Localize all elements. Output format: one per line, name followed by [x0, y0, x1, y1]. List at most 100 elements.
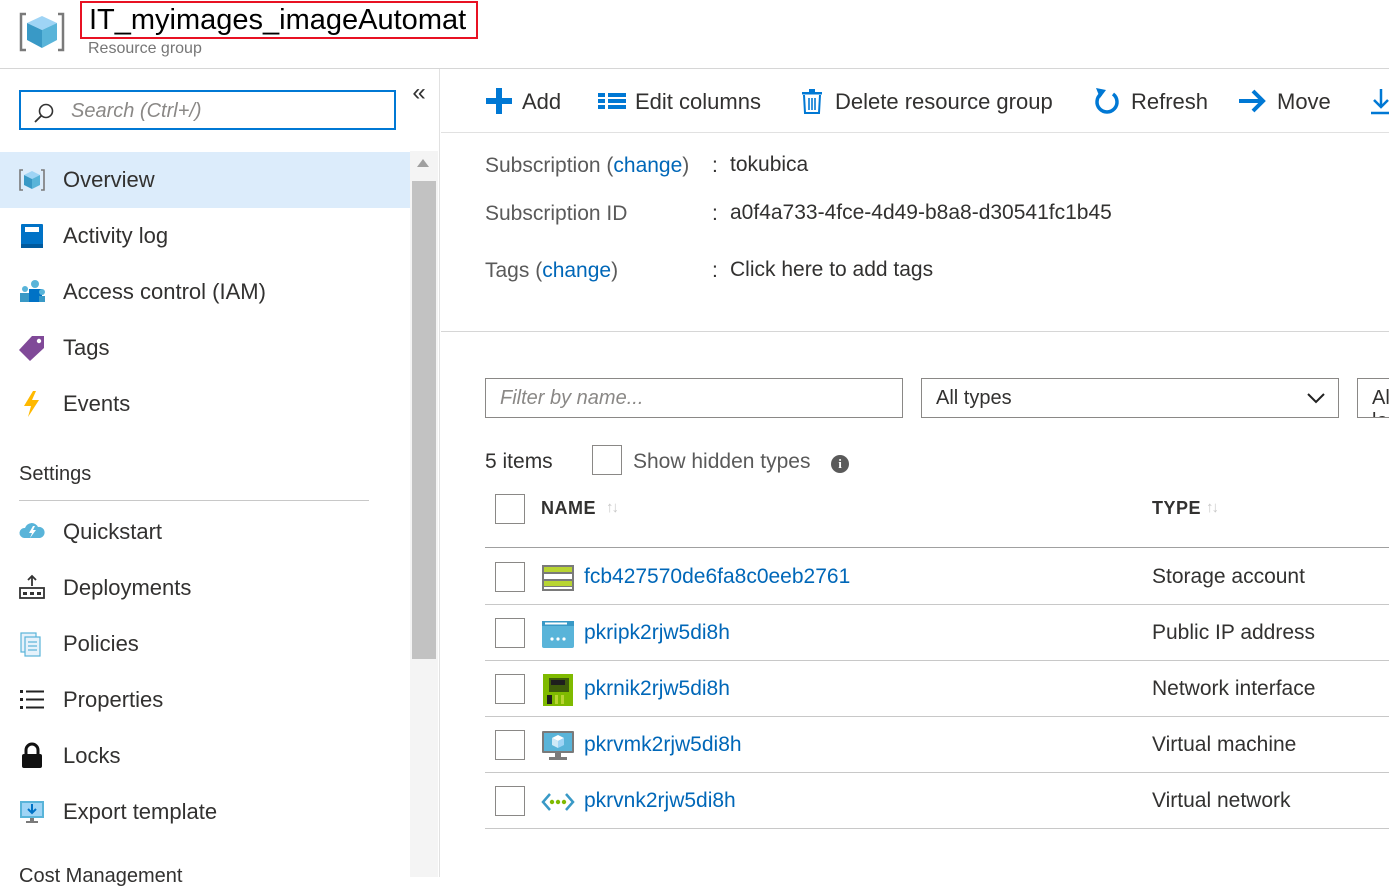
resource-group-icon — [18, 8, 66, 56]
sidebar-item-label: Quickstart — [63, 519, 163, 544]
sidebar-item-label: Activity log — [63, 223, 169, 248]
resource-name-link[interactable]: pkrvnk2rjw5di8h — [584, 789, 736, 813]
scroll-up-arrow-icon[interactable] — [417, 159, 429, 167]
plus-icon — [486, 88, 512, 114]
sidebar-item-locks[interactable]: Locks — [0, 728, 410, 784]
resource-type: Virtual machine — [1152, 733, 1297, 756]
row-checkbox[interactable] — [495, 786, 525, 816]
sidebar-item-label: Properties — [63, 687, 164, 712]
policies-icon — [18, 630, 46, 658]
sidebar-item-properties[interactable]: Properties — [0, 672, 410, 728]
type-filter-value: All types — [936, 387, 1012, 409]
resource-type: Public IP address — [1152, 621, 1316, 644]
resource-name-link[interactable]: pkripk2rjw5di8h — [584, 621, 730, 645]
show-hidden-types-label[interactable]: Show hidden types — [633, 450, 810, 474]
edit-columns-button[interactable]: Edit columns — [597, 83, 767, 119]
delete-resource-group-button[interactable]: Delete resource group — [799, 83, 1064, 119]
sidebar-item-label: Policies — [63, 631, 139, 656]
sidebar-item-label: Export template — [63, 799, 218, 824]
resource-name-link[interactable]: pkrnik2rjw5di8h — [584, 677, 730, 701]
row-checkbox[interactable] — [495, 674, 525, 704]
settings-heading: Settings — [19, 463, 92, 485]
sort-icon[interactable]: ↑↓ — [606, 499, 619, 516]
filter-by-name-input[interactable] — [485, 378, 903, 418]
table-row[interactable]: pkripk2rjw5di8h Public IP address — [485, 605, 1389, 661]
resource-name-link[interactable]: pkrvmk2rjw5di8h — [584, 733, 742, 757]
sidebar-item-label: Events — [63, 391, 131, 416]
show-hidden-types-checkbox[interactable] — [592, 445, 622, 475]
subscription-id-label: Subscription ID — [485, 202, 628, 225]
row-checkbox[interactable] — [495, 562, 525, 592]
tag-icon — [18, 334, 46, 362]
sidebar-item-access-control[interactable]: Access control (IAM) — [0, 264, 410, 320]
storage-account-icon — [541, 561, 575, 595]
sidebar-item-events[interactable]: Events — [0, 376, 410, 432]
collapse-sidebar-button[interactable]: « — [408, 79, 430, 107]
lock-icon — [18, 742, 46, 770]
resource-type: Network interface — [1152, 677, 1316, 700]
sort-icon[interactable]: ↑↓ — [1206, 499, 1219, 516]
sidebar-item-policies[interactable]: Policies — [0, 616, 410, 672]
scrollbar-thumb[interactable] — [412, 181, 436, 659]
sidebar-item-activity-log[interactable]: Activity log — [0, 208, 410, 264]
settings-divider — [19, 500, 369, 501]
change-subscription-link[interactable]: change — [613, 154, 682, 177]
sidebar-item-label: Access control (IAM) — [63, 279, 266, 304]
sidebar-item-label: Tags — [63, 335, 110, 360]
select-all-checkbox[interactable] — [495, 494, 525, 524]
list-icon — [18, 686, 46, 714]
resource-name-link[interactable]: fcb427570de6fa8c0eeb2761 — [584, 565, 850, 589]
lightning-icon — [18, 390, 46, 418]
cloud-icon — [18, 518, 46, 546]
chevron-down-icon — [1307, 393, 1325, 404]
sidebar-item-deployments[interactable]: Deployments — [0, 560, 410, 616]
book-icon — [18, 222, 46, 250]
sidebar-item-tags[interactable]: Tags — [0, 320, 410, 376]
table-row[interactable]: fcb427570de6fa8c0eeb2761 Storage account — [485, 549, 1389, 605]
add-button[interactable]: Add — [485, 83, 565, 119]
column-header-type[interactable]: TYPE — [1152, 498, 1201, 519]
arrow-right-icon — [1239, 89, 1266, 113]
column-header-name[interactable]: NAME — [541, 498, 596, 519]
sidebar-search[interactable] — [19, 90, 396, 130]
subscription-id-colon: : — [712, 202, 718, 225]
move-label: Move — [1277, 89, 1331, 114]
location-filter-dropdown[interactable]: All locations — [1357, 378, 1389, 418]
table-row[interactable]: pkrnik2rjw5di8h Network interface — [485, 661, 1389, 717]
export-button[interactable] — [1369, 83, 1389, 119]
row-checkbox[interactable] — [495, 730, 525, 760]
subscription-label: Subscription (change) — [485, 154, 690, 177]
monitor-export-icon — [18, 798, 46, 826]
table-row[interactable]: pkrvnk2rjw5di8h Virtual network — [485, 773, 1389, 829]
add-tags-link[interactable]: Click here to add tags — [730, 258, 933, 282]
table-row[interactable]: pkrvmk2rjw5di8h Virtual machine — [485, 717, 1389, 773]
info-icon[interactable]: i — [831, 455, 849, 473]
subscription-value-link[interactable]: tokubica — [730, 153, 808, 177]
refresh-button[interactable]: Refresh — [1093, 83, 1213, 119]
tags-label: Tags (change) — [485, 259, 619, 282]
deployments-icon — [18, 574, 46, 602]
sidebar: « Overview Activity log — [0, 69, 440, 887]
sidebar-item-quickstart[interactable]: Quickstart — [0, 504, 410, 560]
search-input[interactable] — [69, 95, 383, 127]
refresh-label: Refresh — [1131, 89, 1209, 114]
virtual-machine-icon — [541, 729, 575, 763]
trash-icon — [802, 89, 822, 114]
location-filter-value: All locations — [1372, 387, 1389, 417]
move-button[interactable]: Move — [1238, 83, 1338, 119]
sidebar-item-export-template[interactable]: Export template — [0, 784, 410, 840]
sidebar-item-label: Locks — [63, 743, 121, 768]
virtual-network-icon — [541, 785, 575, 819]
essentials-divider — [441, 331, 1389, 332]
table-header-divider — [485, 547, 1389, 548]
tags-colon: : — [712, 259, 718, 282]
sidebar-scrollbar[interactable] — [410, 151, 438, 877]
row-checkbox[interactable] — [495, 618, 525, 648]
command-bar: Add Edit columns Delete resource group R… — [441, 69, 1389, 133]
edit-columns-label: Edit columns — [635, 89, 761, 114]
change-tags-link[interactable]: change — [542, 259, 611, 282]
type-filter-dropdown[interactable]: All types — [921, 378, 1339, 418]
sidebar-item-overview[interactable]: Overview — [0, 152, 410, 208]
people-icon — [18, 278, 46, 306]
resource-type: Virtual network — [1152, 789, 1291, 812]
